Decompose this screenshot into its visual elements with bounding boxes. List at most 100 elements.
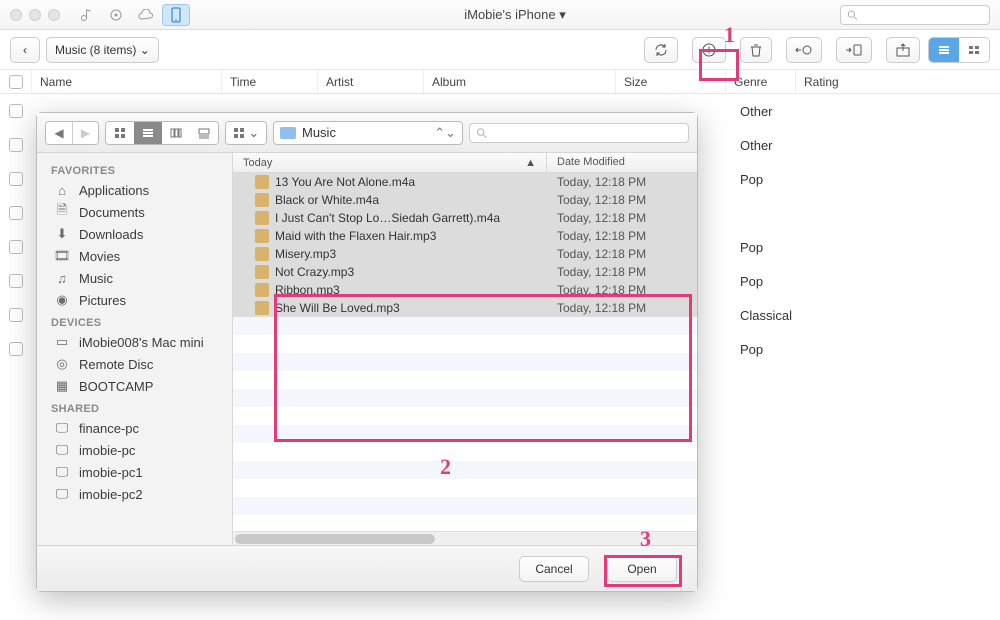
- sidebar-item-movies[interactable]: 🎞Movies: [37, 245, 232, 267]
- close-window-icon[interactable]: [10, 9, 22, 21]
- global-search-input[interactable]: [840, 5, 990, 25]
- shared-pc-icon: 🖵: [53, 464, 71, 480]
- add-button[interactable]: [692, 37, 726, 63]
- sidebar-item-macmini[interactable]: ▭iMobie008's Mac mini: [37, 331, 232, 353]
- file-row[interactable]: Not Crazy.mp3Today, 12:18 PM: [233, 263, 697, 281]
- sidebar-item-applications[interactable]: ⌂Applications: [37, 179, 232, 201]
- file-icon: [255, 211, 269, 225]
- row-checkbox[interactable]: [9, 274, 23, 288]
- col-today[interactable]: Today▲: [233, 153, 547, 172]
- column-view-button[interactable]: [162, 122, 190, 144]
- cloud-tab-icon[interactable]: [132, 4, 160, 26]
- export-button[interactable]: [886, 37, 920, 63]
- file-icon: [255, 247, 269, 261]
- empty-row: [233, 425, 697, 443]
- grid-view-button[interactable]: [959, 38, 989, 62]
- path-selector[interactable]: Music ⌃⌄: [273, 121, 463, 145]
- select-all-checkbox[interactable]: [0, 70, 32, 93]
- file-row[interactable]: Misery.mp3Today, 12:18 PM: [233, 245, 697, 263]
- col-size[interactable]: Size: [616, 70, 726, 93]
- col-rating[interactable]: Rating: [796, 70, 1000, 93]
- file-row[interactable]: Maid with the Flaxen Hair.mp3Today, 12:1…: [233, 227, 697, 245]
- shared-pc-icon: 🖵: [53, 486, 71, 502]
- col-time[interactable]: Time: [222, 70, 318, 93]
- sidebar-item-downloads[interactable]: ⬇Downloads: [37, 223, 232, 245]
- col-date-modified[interactable]: Date Modified: [547, 153, 697, 172]
- to-device-button[interactable]: [836, 37, 872, 63]
- coverflow-view-button[interactable]: [190, 122, 218, 144]
- icon-view-button[interactable]: [106, 122, 134, 144]
- empty-row: [233, 335, 697, 353]
- empty-row: [233, 497, 697, 515]
- sidebar-item-shared[interactable]: 🖵imobie-pc1: [37, 461, 232, 483]
- sidebar-header-favorites: FAVORITES: [37, 159, 232, 179]
- file-list: 13 You Are Not Alone.m4aToday, 12:18 PM …: [233, 173, 697, 531]
- row-checkbox[interactable]: [9, 104, 23, 118]
- music-icon: ♫: [53, 270, 71, 286]
- sidebar-item-bootcamp[interactable]: ▦BOOTCAMP: [37, 375, 232, 397]
- music-tab-icon[interactable]: [72, 4, 100, 26]
- computer-icon: ▭: [53, 334, 71, 350]
- file-row[interactable]: She Will Be Loved.mp3Today, 12:18 PM: [233, 299, 697, 317]
- category-tabs: [72, 4, 190, 26]
- sidebar-header-shared: SHARED: [37, 397, 232, 417]
- col-genre[interactable]: Genre: [726, 70, 796, 93]
- sidebar-item-shared[interactable]: 🖵imobie-pc: [37, 439, 232, 461]
- file-row[interactable]: I Just Can't Stop Lo…Siedah Garrett).m4a…: [233, 209, 697, 227]
- search-icon: [847, 9, 858, 21]
- file-icon: [255, 265, 269, 279]
- sidebar-item-pictures[interactable]: ◉Pictures: [37, 289, 232, 311]
- device-tab-icon[interactable]: [162, 4, 190, 26]
- finder-view-segment: [105, 121, 219, 145]
- delete-button[interactable]: [740, 37, 772, 63]
- row-checkbox[interactable]: [9, 308, 23, 322]
- file-list-header: Today▲ Date Modified: [233, 153, 697, 173]
- row-checkbox[interactable]: [9, 206, 23, 220]
- list-view-button[interactable]: [134, 122, 162, 144]
- disc-icon: ◎: [53, 356, 71, 372]
- chevron-updown-icon: ⌃⌄: [434, 125, 456, 141]
- row-checkbox[interactable]: [9, 138, 23, 152]
- refresh-tab-icon[interactable]: [102, 4, 130, 26]
- row-checkbox[interactable]: [9, 172, 23, 186]
- sidebar-item-documents[interactable]: 🗎Documents: [37, 201, 232, 223]
- horizontal-scrollbar[interactable]: [233, 531, 697, 545]
- open-file-dialog: ◀ ▶ ⌄ Music ⌃⌄ FAVORITES ⌂Applications: [36, 112, 698, 592]
- file-row[interactable]: Ribbon.mp3Today, 12:18 PM: [233, 281, 697, 299]
- documents-icon: 🗎: [53, 204, 71, 220]
- search-icon: [476, 127, 487, 139]
- file-row[interactable]: 13 You Are Not Alone.m4aToday, 12:18 PM: [233, 173, 697, 191]
- breadcrumb[interactable]: Music (8 items) ⌄: [46, 37, 159, 63]
- zoom-window-icon[interactable]: [48, 9, 60, 21]
- list-view-button[interactable]: [929, 38, 959, 62]
- dialog-search-input[interactable]: [469, 123, 689, 143]
- sort-asc-icon: ▲: [525, 157, 536, 169]
- row-checkbox[interactable]: [9, 342, 23, 356]
- open-button[interactable]: Open: [607, 556, 677, 582]
- empty-row: [233, 479, 697, 497]
- col-name[interactable]: Name: [32, 70, 222, 93]
- sidebar-item-shared[interactable]: 🖵imobie-pc2: [37, 483, 232, 505]
- col-album[interactable]: Album: [424, 70, 616, 93]
- nav-back-forward: ◀ ▶: [45, 121, 99, 145]
- refresh-button[interactable]: [644, 37, 678, 63]
- sidebar-item-shared[interactable]: 🖵finance-pc: [37, 417, 232, 439]
- row-checkbox[interactable]: [9, 240, 23, 254]
- window-title[interactable]: iMobie's iPhone ▾: [190, 7, 840, 23]
- file-row[interactable]: Black or White.m4aToday, 12:18 PM: [233, 191, 697, 209]
- scrollbar-thumb[interactable]: [235, 534, 435, 544]
- col-artist[interactable]: Artist: [318, 70, 424, 93]
- sidebar-item-music[interactable]: ♫Music: [37, 267, 232, 289]
- nav-forward-button[interactable]: ▶: [72, 122, 98, 144]
- minimize-window-icon[interactable]: [29, 9, 41, 21]
- to-itunes-button[interactable]: [786, 37, 822, 63]
- empty-row: [233, 389, 697, 407]
- folder-icon: [280, 127, 296, 139]
- pictures-icon: ◉: [53, 292, 71, 308]
- back-button[interactable]: ‹: [10, 37, 40, 63]
- cancel-button[interactable]: Cancel: [519, 556, 589, 582]
- arrange-menu[interactable]: ⌄: [225, 121, 267, 145]
- nav-back-button[interactable]: ◀: [46, 122, 72, 144]
- titlebar: iMobie's iPhone ▾: [0, 0, 1000, 30]
- sidebar-item-remotedisc[interactable]: ◎Remote Disc: [37, 353, 232, 375]
